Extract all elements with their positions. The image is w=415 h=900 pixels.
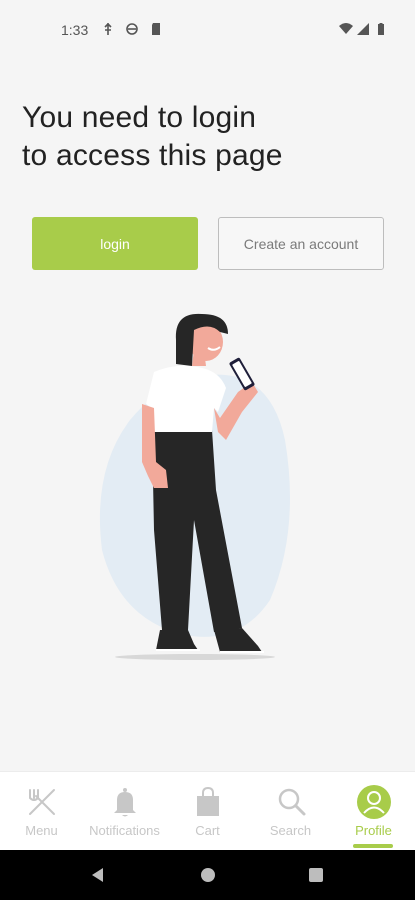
usb-icon <box>101 22 115 36</box>
recents-icon[interactable] <box>306 865 326 885</box>
cellular-signal-icon <box>356 22 370 36</box>
data-saver-icon <box>125 22 139 36</box>
nav-label-menu: Menu <box>25 823 58 838</box>
nav-item-profile[interactable]: Profile <box>332 772 415 851</box>
nav-item-notifications[interactable]: Notifications <box>83 772 166 851</box>
home-icon[interactable] <box>198 865 218 885</box>
fork-knife-icon <box>24 784 60 820</box>
system-navigation-bar <box>0 850 415 900</box>
nav-label-notifications: Notifications <box>89 823 160 838</box>
heading-line-1: You need to login <box>22 101 257 134</box>
wifi-icon <box>339 22 353 36</box>
status-time: 1:33 <box>61 22 89 38</box>
nav-label-profile: Profile <box>355 823 392 838</box>
nav-item-menu[interactable]: Menu <box>0 772 83 851</box>
active-tab-indicator <box>353 844 393 848</box>
search-icon <box>273 784 309 820</box>
woman-with-phone-illustration <box>99 313 291 660</box>
bottom-navigation: Menu Notifications Cart Search Profile <box>0 771 415 850</box>
page-heading: You need to login to access this page <box>22 99 392 175</box>
profile-icon <box>356 784 392 820</box>
create-account-button[interactable]: Create an account <box>218 217 384 270</box>
sd-card-icon <box>149 22 163 36</box>
illustration <box>90 300 310 670</box>
login-button[interactable]: login <box>32 217 198 270</box>
nav-item-cart[interactable]: Cart <box>166 772 249 851</box>
bell-icon <box>107 784 143 820</box>
nav-label-cart: Cart <box>195 823 220 838</box>
screen: 1:33 You need to login to access this pa… <box>0 0 415 900</box>
nav-label-search: Search <box>269 823 312 838</box>
battery-icon <box>374 22 388 36</box>
nav-item-search[interactable]: Search <box>249 772 332 851</box>
back-icon[interactable] <box>88 865 108 885</box>
status-bar: 1:33 <box>0 0 415 60</box>
shopping-bag-icon <box>190 784 226 820</box>
heading-line-2: to access this page <box>22 139 283 172</box>
